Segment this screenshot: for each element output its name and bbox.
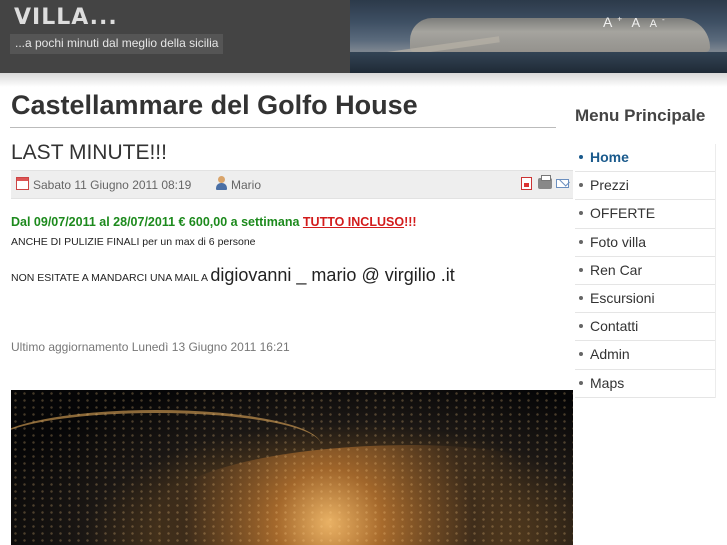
font-decrease-sup: - — [661, 15, 665, 25]
font-size-controls: A + A A- — [603, 14, 670, 32]
menu-item-ren-car[interactable]: Ren Car — [575, 257, 715, 285]
menu-item-label: Prezzi — [590, 177, 629, 194]
email-icon[interactable] — [556, 179, 569, 188]
menu-item-admin[interactable]: Admin — [575, 341, 715, 370]
night-town-photo — [11, 390, 573, 545]
bullet-icon — [579, 380, 583, 385]
site-tagline: ...a pochi minuti dal meglio della sicil… — [10, 34, 224, 54]
article-author: Mario — [231, 178, 262, 192]
bullet-icon — [579, 155, 583, 159]
menu-item-label: OFFERTE — [590, 205, 656, 222]
font-increase-label: A — [603, 14, 613, 30]
contact-prefix: NON ESITATE A MANDARCI UNA MAIL A — [11, 272, 211, 284]
bullet-icon — [579, 324, 583, 329]
menu-item-maps[interactable]: Maps — [575, 370, 715, 398]
menu-item-label: Maps — [590, 374, 625, 391]
article-title[interactable]: LAST MINUTE!!! — [11, 141, 167, 165]
pdf-icon[interactable] — [521, 177, 532, 190]
font-reset-button[interactable]: A — [631, 15, 640, 30]
offer-exclaim: !!! — [404, 215, 417, 229]
cleaning-note: ANCHE DI PULIZIE FINALI per un max di 6 … — [11, 236, 256, 248]
bullet-icon — [579, 267, 583, 272]
offer-included-link[interactable]: TUTTO INCLUSO — [303, 215, 404, 229]
menu-item-label: Home — [590, 149, 629, 165]
bullet-icon — [579, 295, 583, 300]
offer-text: Dal 09/07/2011 al 28/07/2011 € 600,00 a … — [11, 215, 417, 229]
menu-item-label: Foto villa — [590, 233, 647, 250]
print-icon[interactable] — [538, 175, 552, 189]
site-header: VILLA... ...a pochi minuti dal meglio de… — [0, 0, 727, 73]
menu-item-label: Contatti — [590, 318, 639, 335]
font-decrease-label: A — [649, 18, 657, 30]
bullet-icon — [579, 211, 583, 216]
user-icon — [215, 176, 227, 190]
font-increase-button[interactable]: A + — [603, 14, 622, 30]
font-increase-sup: + — [617, 14, 623, 24]
menu-title: Menu Principale — [575, 106, 706, 125]
menu-item-prezzi[interactable]: Prezzi — [575, 172, 715, 201]
bullet-icon — [579, 239, 583, 244]
article-meta-bar: Sabato 11 Giugno 2011 08:19 Mario — [11, 170, 573, 199]
font-decrease-button[interactable]: A- — [650, 15, 665, 30]
menu-item-label: Escursioni — [590, 289, 655, 306]
bullet-icon — [579, 352, 583, 357]
menu-item-foto-villa[interactable]: Foto villa — [575, 229, 715, 257]
article-date: Sabato 11 Giugno 2011 08:19 — [33, 178, 192, 192]
menu-item-offerte[interactable]: OFFERTE — [575, 200, 715, 229]
main-menu: Home Prezzi OFFERTE Foto villa Ren Car E… — [575, 144, 716, 398]
menu-item-escursioni[interactable]: Escursioni — [575, 285, 715, 314]
menu-item-home[interactable]: Home — [575, 144, 715, 173]
menu-item-contatti[interactable]: Contatti — [575, 313, 715, 342]
header-harbor-photo — [350, 0, 727, 73]
offer-dates-price: Dal 09/07/2011 al 28/07/2011 € 600,00 a … — [11, 215, 303, 229]
header-shadow — [0, 73, 727, 87]
calendar-icon — [16, 177, 29, 190]
contact-line: NON ESITATE A MANDARCI UNA MAIL A digiov… — [11, 265, 455, 286]
page-title: Castellammare del Golfo House — [11, 90, 418, 120]
menu-item-label: Admin — [590, 346, 630, 363]
contact-email: digiovanni _ mario @ virgilio .it — [210, 265, 455, 285]
title-divider — [10, 127, 556, 128]
menu-item-label: Ren Car — [590, 261, 643, 278]
site-title[interactable]: VILLA... — [14, 5, 118, 30]
last-updated: Ultimo aggiornamento Lunedì 13 Giugno 20… — [11, 340, 290, 354]
bullet-icon — [579, 183, 583, 188]
